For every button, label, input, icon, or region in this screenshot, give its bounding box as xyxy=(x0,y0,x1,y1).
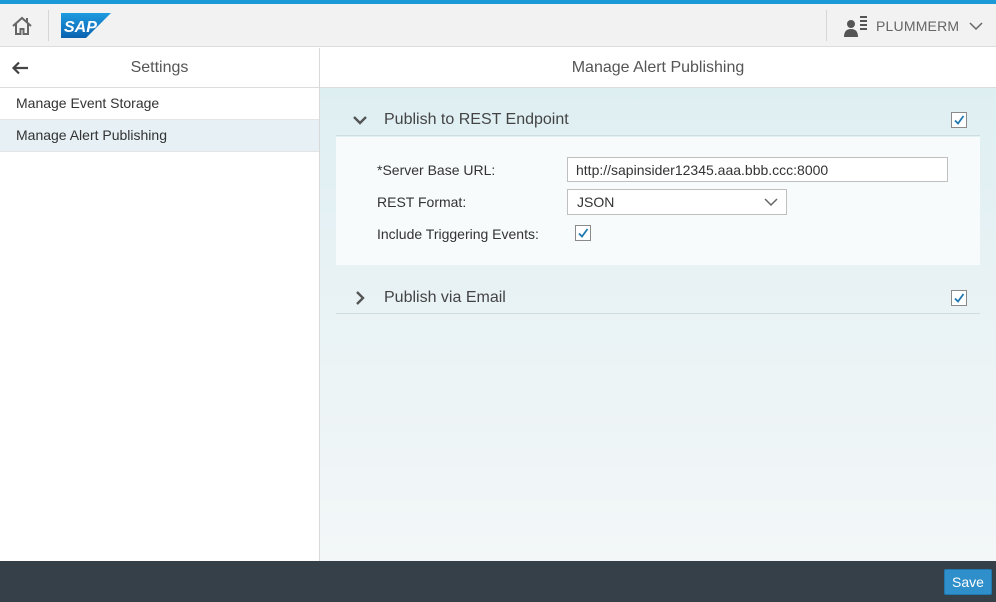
chevron-down-icon xyxy=(969,21,983,30)
master-header: Settings xyxy=(0,48,319,88)
user-menu[interactable]: PLUMMERM xyxy=(828,4,996,47)
checkmark-icon xyxy=(954,115,965,125)
checkmark-icon xyxy=(578,228,589,238)
page-title: Manage Alert Publishing xyxy=(320,48,996,88)
server-base-url-input[interactable] xyxy=(567,157,948,182)
back-button[interactable] xyxy=(6,54,34,82)
settings-list: Manage Event Storage Manage Alert Publis… xyxy=(0,88,319,152)
panel-title: Publish to REST Endpoint xyxy=(384,111,569,128)
arrow-left-icon xyxy=(11,61,28,75)
panel-title: Publish via Email xyxy=(384,289,506,306)
server-base-url-label: *Server Base URL: xyxy=(377,162,496,178)
footer-toolbar: Save xyxy=(0,561,996,602)
checkmark-icon xyxy=(954,293,965,303)
shell-separator xyxy=(48,10,49,41)
user-name: PLUMMERM xyxy=(876,17,960,34)
detail-pane: Manage Alert Publishing Publish to REST … xyxy=(320,48,996,561)
master-pane: Settings Manage Event Storage Manage Ale… xyxy=(0,48,320,561)
rest-format-select[interactable]: JSON xyxy=(567,189,787,215)
shell-separator xyxy=(826,10,827,41)
chevron-down-icon xyxy=(764,198,778,207)
list-item-manage-event-storage[interactable]: Manage Event Storage xyxy=(0,88,319,120)
chevron-right-icon xyxy=(356,291,365,305)
chevron-down-icon xyxy=(353,116,367,125)
include-triggering-events-checkbox[interactable] xyxy=(575,225,591,241)
rest-endpoint-enabled-checkbox[interactable] xyxy=(951,112,967,128)
save-button[interactable]: Save xyxy=(944,569,992,595)
shell-bar: SAP PLUMMERM xyxy=(0,4,996,47)
master-title: Settings xyxy=(130,59,189,76)
user-list-icon xyxy=(844,15,867,37)
email-enabled-checkbox[interactable] xyxy=(951,290,967,306)
panel-header-email[interactable]: Publish via Email xyxy=(336,282,980,314)
panel-content-rest-endpoint: *Server Base URL: REST Format: JSON Incl… xyxy=(336,137,980,265)
svg-text:SAP: SAP xyxy=(64,19,97,36)
list-item-manage-alert-publishing[interactable]: Manage Alert Publishing xyxy=(0,120,319,152)
sap-logo[interactable]: SAP xyxy=(61,13,111,38)
rest-format-label: REST Format: xyxy=(377,194,467,210)
rest-format-value: JSON xyxy=(577,194,615,210)
include-triggering-events-label: Include Triggering Events: xyxy=(377,226,539,242)
panel-header-rest-endpoint[interactable]: Publish to REST Endpoint xyxy=(336,104,980,136)
home-button[interactable] xyxy=(0,4,44,47)
home-icon xyxy=(12,16,32,35)
